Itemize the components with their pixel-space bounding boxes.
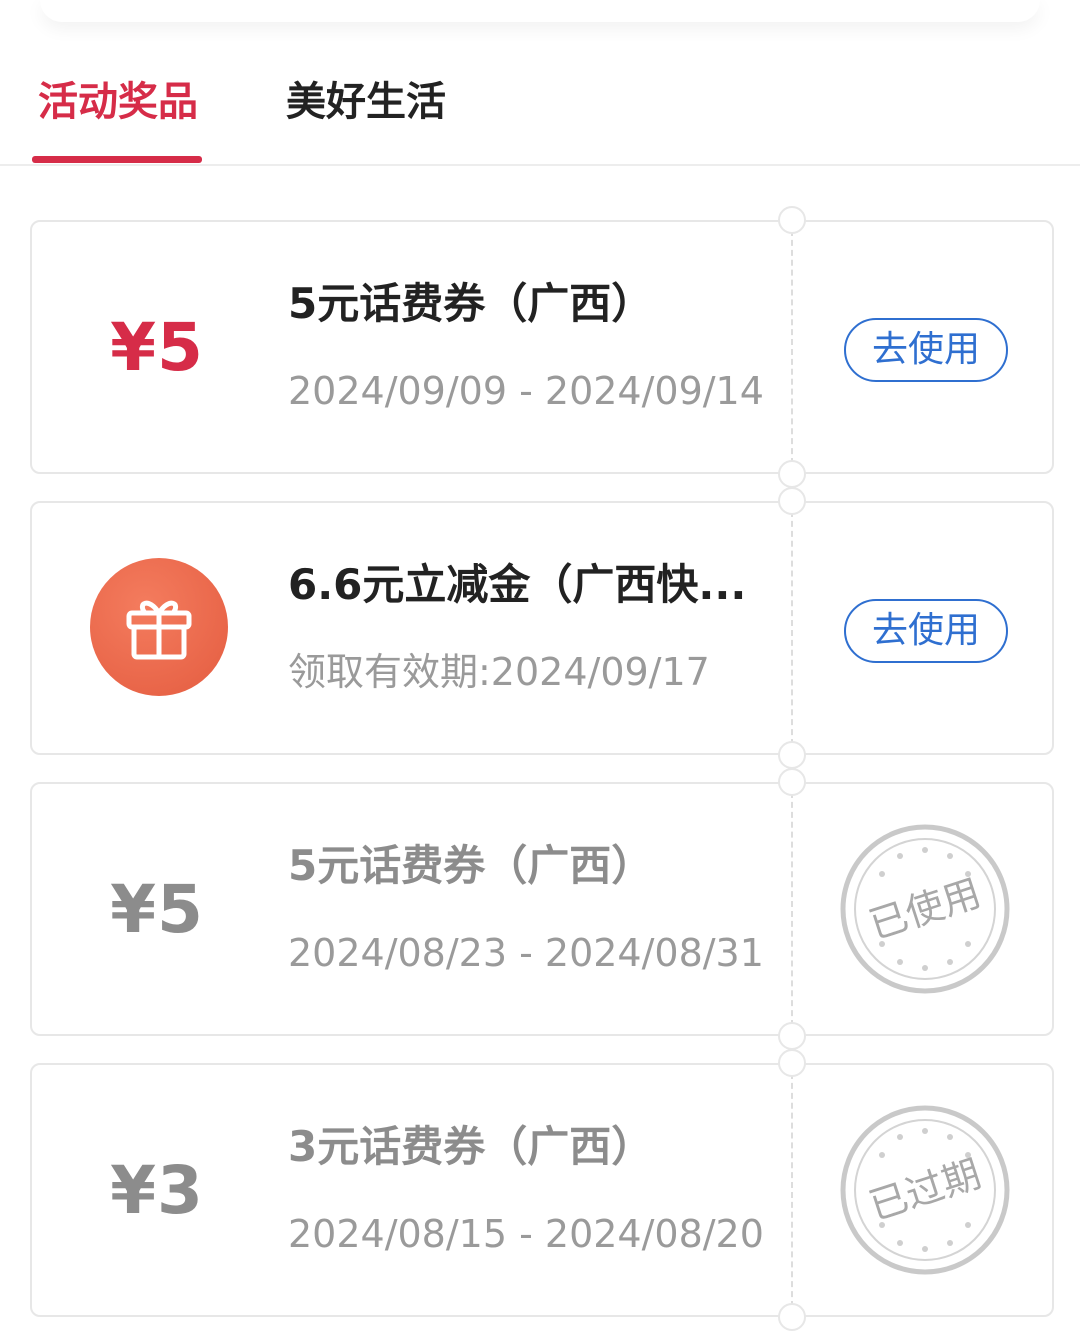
coupon-divider xyxy=(791,792,793,1026)
coupon-notch xyxy=(778,768,806,796)
coupon-divider xyxy=(791,230,793,464)
tab-activity-prizes[interactable]: 活动奖品 xyxy=(38,72,198,132)
tab-bar: 活动奖品 美好生活 xyxy=(0,60,1080,166)
coupon-divider xyxy=(791,1073,793,1307)
stamp-label: 已使用 xyxy=(864,870,986,947)
coupon-title: 5元话费券（广西） xyxy=(288,279,654,328)
coupon-notch xyxy=(778,487,806,515)
tab-good-life[interactable]: 美好生活 xyxy=(286,72,446,132)
stamp-label: 已过期 xyxy=(864,1151,986,1228)
coupon-notch xyxy=(778,741,806,769)
use-coupon-button[interactable]: 去使用 xyxy=(844,318,1008,382)
coupon-title: 5元话费券（广西） xyxy=(288,841,654,890)
coupon-notch xyxy=(778,1303,806,1331)
coupon-card: 6.6元立减金（广西快... 领取有效期:2024/09/17 去使用 xyxy=(30,487,1054,769)
used-stamp-icon: 已使用 xyxy=(840,824,1010,994)
coupon-divider xyxy=(791,511,793,745)
coupon-notch xyxy=(778,1049,806,1077)
coupon-date-range: 2024/08/15 - 2024/08/20 xyxy=(288,1212,764,1256)
coupon-card: ¥5 5元话费券（广西） 2024/08/23 - 2024/08/31 已使用 xyxy=(30,768,1054,1050)
coupon-date-range: 2024/09/09 - 2024/09/14 xyxy=(288,369,764,413)
coupon-notch xyxy=(778,1022,806,1050)
tab-active-indicator xyxy=(32,156,202,163)
coupon-title: 3元话费券（广西） xyxy=(288,1122,654,1171)
coupon-title: 6.6元立减金（广西快... xyxy=(288,560,747,609)
expired-stamp-icon: 已过期 xyxy=(840,1105,1010,1275)
coupon-amount: ¥3 xyxy=(110,1151,204,1229)
coupon-validity: 领取有效期:2024/09/17 xyxy=(288,650,710,694)
coupon-amount: ¥5 xyxy=(110,870,204,948)
use-coupon-button[interactable]: 去使用 xyxy=(844,599,1008,663)
coupon-notch xyxy=(778,206,806,234)
header-shadow xyxy=(40,0,1040,22)
coupon-card: ¥3 3元话费券（广西） 2024/08/15 - 2024/08/20 已过期 xyxy=(30,1049,1054,1331)
coupon-amount: ¥5 xyxy=(110,308,204,386)
coupon-notch xyxy=(778,460,806,488)
coupon-date-range: 2024/08/23 - 2024/08/31 xyxy=(288,931,764,975)
coupon-card: ¥5 5元话费券（广西） 2024/09/09 - 2024/09/14 去使用 xyxy=(30,206,1054,488)
gift-icon xyxy=(90,558,228,696)
